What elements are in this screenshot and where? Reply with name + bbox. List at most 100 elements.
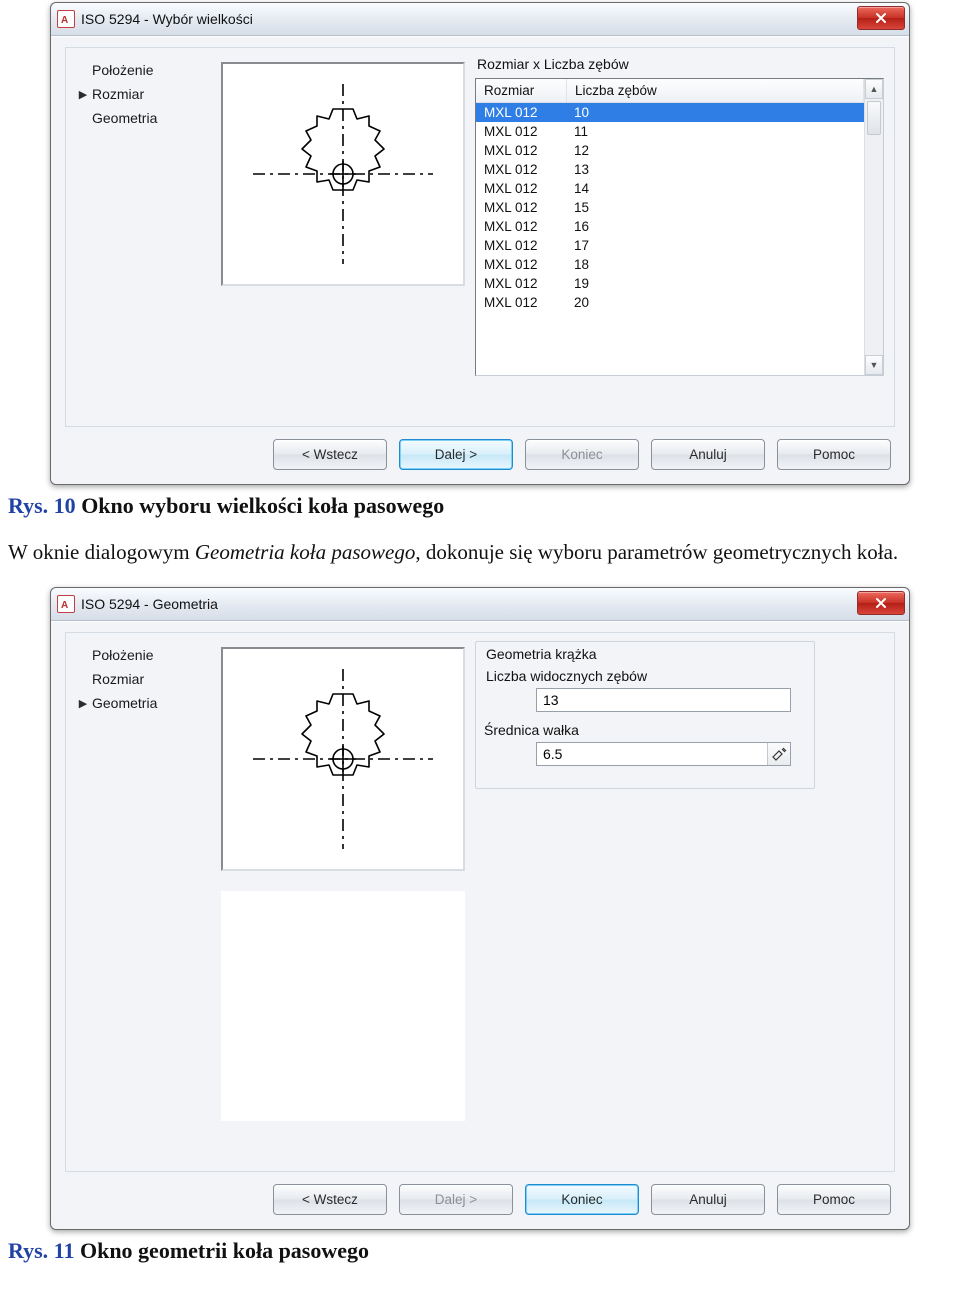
nav-item-position[interactable]: Położenie [76, 58, 211, 82]
app-icon: A [57, 10, 75, 28]
cell-teeth: 16 [566, 217, 864, 236]
scroll-thumb[interactable] [867, 101, 881, 135]
titlebar[interactable]: A ISO 5294 - Geometria [51, 588, 909, 621]
nav-item-size[interactable]: Rozmiar [76, 667, 211, 691]
nav-item-size[interactable]: ▶ Rozmiar [76, 82, 211, 106]
table-row[interactable]: MXL 01215 [476, 198, 864, 217]
gear-icon [248, 664, 438, 854]
cell-teeth: 18 [566, 255, 864, 274]
size-list[interactable]: Rozmiar Liczba zębów MXL 01210MXL 01211M… [475, 78, 884, 376]
nav-label: Rozmiar [92, 671, 144, 687]
col-teeth-header[interactable]: Liczba zębów [567, 79, 864, 102]
cell-size: MXL 012 [476, 255, 566, 274]
window-title: ISO 5294 - Wybór wielkości [81, 11, 253, 27]
dialog-size-selection: A ISO 5294 - Wybór wielkości Położenie ▶… [50, 2, 910, 485]
next-button[interactable]: Dalej > [399, 439, 513, 470]
table-row[interactable]: MXL 01217 [476, 236, 864, 255]
fieldset-title: Geometria krążka [486, 646, 804, 662]
figure-caption-10: Rys. 10 Okno wyboru wielkości koła pasow… [8, 493, 952, 519]
back-button[interactable]: < Wstecz [273, 439, 387, 470]
preview-image [221, 62, 465, 286]
cell-size: MXL 012 [476, 122, 566, 141]
finish-button[interactable]: Koniec [525, 1184, 639, 1215]
table-row[interactable]: MXL 01220 [476, 293, 864, 312]
table-row[interactable]: MXL 01211 [476, 122, 864, 141]
figure-caption-11: Rys. 11 Okno geometrii koła pasowego [8, 1238, 952, 1264]
cell-teeth: 10 [566, 103, 864, 122]
back-button[interactable]: < Wstecz [273, 1184, 387, 1215]
cell-teeth: 19 [566, 274, 864, 293]
scroll-up-button[interactable]: ▲ [865, 79, 883, 99]
geometry-fieldset: Geometria krążka Liczba widocznych zębów… [475, 641, 815, 789]
cell-size: MXL 012 [476, 293, 566, 312]
titlebar[interactable]: A ISO 5294 - Wybór wielkości [51, 3, 909, 36]
nav-item-geometry[interactable]: ▶ Geometria [76, 691, 211, 715]
cell-teeth: 17 [566, 236, 864, 255]
visible-teeth-input-wrap [536, 688, 791, 712]
shaft-diameter-label: Średnica wałka [484, 722, 804, 738]
col-size-header[interactable]: Rozmiar [476, 79, 567, 102]
nav-item-geometry[interactable]: Geometria [76, 106, 211, 130]
scroll-down-button[interactable]: ▼ [865, 355, 883, 375]
cell-teeth: 12 [566, 141, 864, 160]
cell-size: MXL 012 [476, 179, 566, 198]
wizard-nav: Położenie Rozmiar ▶ Geometria [76, 641, 211, 1121]
nav-marker-active: ▶ [78, 697, 88, 710]
table-row[interactable]: MXL 01213 [476, 160, 864, 179]
close-button[interactable] [857, 6, 905, 30]
nav-label: Geometria [92, 695, 157, 711]
para-italic: Geometria koła pasowego [195, 540, 415, 564]
caption-prefix: Rys. 10 [8, 493, 81, 518]
nav-label: Położenie [92, 647, 154, 663]
caption-text: Okno geometrii koła pasowego [80, 1238, 369, 1263]
caption-text: Okno wyboru wielkości koła pasowego [81, 493, 444, 518]
close-icon [875, 597, 887, 609]
gear-icon [248, 79, 438, 269]
table-row[interactable]: MXL 01219 [476, 274, 864, 293]
caption-prefix: Rys. 11 [8, 1238, 80, 1263]
list-header[interactable]: Rozmiar Liczba zębów [476, 79, 864, 103]
next-button: Dalej > [399, 1184, 513, 1215]
dialog-geometry: A ISO 5294 - Geometria Położenie Rozmiar [50, 587, 910, 1230]
window-title: ISO 5294 - Geometria [81, 596, 218, 612]
scroll-track[interactable] [865, 99, 883, 355]
scrollbar[interactable]: ▲ ▼ [864, 79, 883, 375]
nav-label: Położenie [92, 62, 154, 78]
cancel-button[interactable]: Anuluj [651, 439, 765, 470]
measure-icon [771, 746, 787, 762]
shaft-diameter-input[interactable] [537, 746, 767, 762]
table-row[interactable]: MXL 01210 [476, 103, 864, 122]
nav-label: Rozmiar [92, 86, 144, 102]
cell-teeth: 20 [566, 293, 864, 312]
visible-teeth-input[interactable] [537, 692, 790, 708]
cell-size: MXL 012 [476, 160, 566, 179]
shaft-diameter-input-wrap [536, 742, 791, 766]
cell-teeth: 13 [566, 160, 864, 179]
button-bar: < Wstecz Dalej > Koniec Anuluj Pomoc [65, 439, 895, 470]
cell-teeth: 14 [566, 179, 864, 198]
help-button[interactable]: Pomoc [777, 1184, 891, 1215]
visible-teeth-label: Liczba widocznych zębów [486, 668, 804, 684]
table-row[interactable]: MXL 01218 [476, 255, 864, 274]
cell-teeth: 11 [566, 122, 864, 141]
svg-text:A: A [61, 600, 68, 610]
cancel-button[interactable]: Anuluj [651, 1184, 765, 1215]
cell-size: MXL 012 [476, 103, 566, 122]
nav-marker-active: ▶ [78, 88, 88, 101]
blank-area [221, 891, 465, 1121]
help-button[interactable]: Pomoc [777, 439, 891, 470]
table-row[interactable]: MXL 01214 [476, 179, 864, 198]
close-button[interactable] [857, 591, 905, 615]
content-pane: Położenie Rozmiar ▶ Geometria [65, 632, 895, 1172]
cell-size: MXL 012 [476, 236, 566, 255]
button-bar: < Wstecz Dalej > Koniec Anuluj Pomoc [65, 1184, 895, 1215]
wizard-nav: Położenie ▶ Rozmiar Geometria [76, 56, 211, 376]
table-row[interactable]: MXL 01212 [476, 141, 864, 160]
measure-button[interactable] [767, 743, 790, 765]
content-pane: Położenie ▶ Rozmiar Geometria [65, 47, 895, 427]
para-segment: W oknie dialogowym [8, 540, 195, 564]
table-row[interactable]: MXL 01216 [476, 217, 864, 236]
nav-item-position[interactable]: Położenie [76, 643, 211, 667]
para-segment: , dokonuje się wyboru parametrów geometr… [415, 540, 898, 564]
cell-size: MXL 012 [476, 198, 566, 217]
